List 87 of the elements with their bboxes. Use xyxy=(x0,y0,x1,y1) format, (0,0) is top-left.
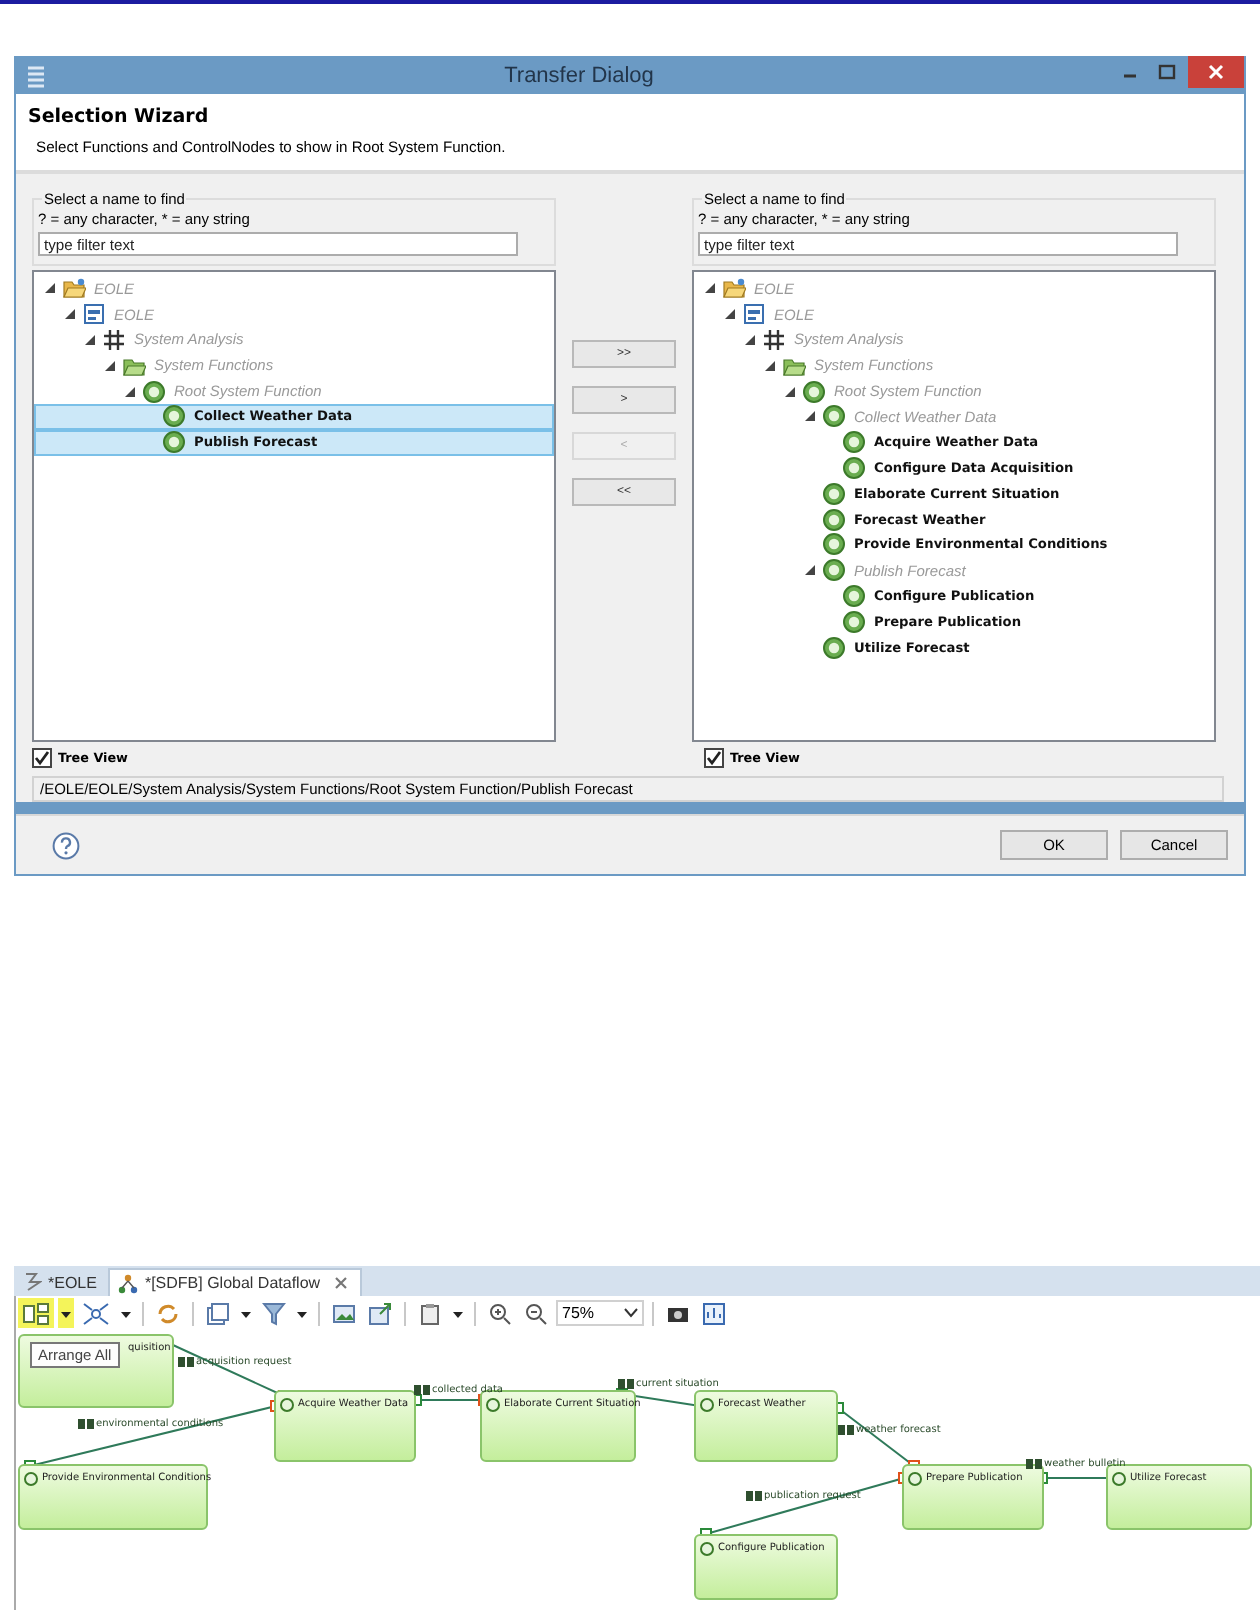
close-icon xyxy=(334,1276,349,1290)
filter-icon xyxy=(262,1301,286,1325)
expanded-arrow-icon[interactable] xyxy=(124,385,136,398)
function-icon xyxy=(700,1398,714,1412)
dropdown-button[interactable] xyxy=(58,1298,74,1328)
function-icon xyxy=(24,1472,38,1486)
expanded-arrow-icon[interactable] xyxy=(784,385,796,398)
expanded-arrow-icon[interactable] xyxy=(64,308,76,321)
expanded-arrow-icon[interactable] xyxy=(764,359,776,372)
data-icon xyxy=(78,1418,94,1430)
expanded-arrow-icon[interactable] xyxy=(84,333,96,346)
wizard-title: Selection Wizard xyxy=(28,106,211,128)
data-icon xyxy=(178,1356,194,1368)
function-icon xyxy=(162,430,186,455)
function-icon xyxy=(842,455,866,480)
folder-icon xyxy=(122,353,146,378)
zoom-out-button[interactable] xyxy=(520,1298,552,1328)
function-icon xyxy=(822,507,846,532)
expanded-arrow-icon[interactable] xyxy=(744,333,756,346)
grid-icon xyxy=(762,328,786,352)
export-icon xyxy=(368,1301,392,1325)
nodes-icon xyxy=(22,1301,50,1325)
function-icon xyxy=(842,430,866,455)
zoom-in-button[interactable] xyxy=(484,1298,516,1328)
expanded-arrow-icon[interactable] xyxy=(724,308,736,321)
folder-icon xyxy=(722,276,746,301)
menu-icon xyxy=(26,63,46,87)
data-icon xyxy=(618,1378,634,1390)
check-icon xyxy=(34,750,50,766)
select-button[interactable] xyxy=(78,1298,114,1328)
function-icon xyxy=(822,481,846,506)
zoom-in-icon xyxy=(488,1301,512,1325)
grid-icon xyxy=(102,328,126,352)
function-icon xyxy=(802,379,826,404)
function-icon xyxy=(822,532,846,557)
zoom-out-icon xyxy=(524,1301,548,1325)
function-icon xyxy=(486,1398,500,1412)
expanded-arrow-icon[interactable] xyxy=(804,410,816,423)
function-icon xyxy=(822,635,846,660)
picture-icon xyxy=(332,1301,356,1325)
data-icon xyxy=(1026,1458,1042,1470)
function-icon xyxy=(142,379,166,404)
help-icon xyxy=(52,831,80,859)
model-icon xyxy=(22,1272,42,1292)
function-icon xyxy=(822,404,846,429)
function-icon xyxy=(162,404,186,429)
network-icon xyxy=(82,1301,110,1325)
dataflow-icon xyxy=(118,1273,139,1293)
data-icon xyxy=(746,1490,762,1502)
diagram-icon xyxy=(742,302,766,327)
export-button[interactable] xyxy=(364,1298,396,1328)
check-icon xyxy=(706,750,722,766)
close-icon xyxy=(1208,64,1224,80)
function-icon xyxy=(842,583,866,608)
expanded-arrow-icon[interactable] xyxy=(44,282,56,295)
function-icon xyxy=(700,1542,714,1556)
editor-tab[interactable]: *[SDFB] Global Dataflow xyxy=(108,1268,363,1296)
window-title: Transfer Dialog xyxy=(502,63,656,87)
editor-tab[interactable]: *EOLE xyxy=(14,1268,109,1296)
filter-button[interactable] xyxy=(258,1298,290,1328)
function-icon xyxy=(822,558,846,583)
function-icon xyxy=(842,609,866,634)
layer-button[interactable] xyxy=(202,1298,234,1328)
grid-button[interactable] xyxy=(698,1298,730,1328)
chevron-icon xyxy=(624,1308,638,1318)
chart-icon xyxy=(702,1301,726,1325)
refresh-icon xyxy=(156,1301,180,1325)
function-icon xyxy=(908,1472,922,1486)
expanded-arrow-icon[interactable] xyxy=(804,564,816,577)
help-button[interactable] xyxy=(52,831,80,859)
arrange-all-button[interactable] xyxy=(18,1298,54,1328)
diagram-icon xyxy=(82,302,106,327)
folder-icon xyxy=(782,353,806,378)
data-icon xyxy=(414,1384,430,1396)
expanded-arrow-icon[interactable] xyxy=(104,359,116,372)
maximize-icon xyxy=(1157,64,1175,80)
function-icon xyxy=(1112,1472,1126,1486)
close-button[interactable] xyxy=(1188,56,1244,88)
folder-icon xyxy=(62,276,86,301)
function-icon xyxy=(280,1398,294,1412)
zoom-combo[interactable]: 75% xyxy=(556,1300,644,1326)
tree-view-checkbox[interactable] xyxy=(32,748,52,768)
clipboard-icon xyxy=(418,1301,442,1325)
tree-view-checkbox[interactable] xyxy=(704,748,724,768)
layers-icon xyxy=(206,1301,230,1325)
expanded-arrow-icon[interactable] xyxy=(704,282,716,295)
data-icon xyxy=(838,1424,854,1436)
